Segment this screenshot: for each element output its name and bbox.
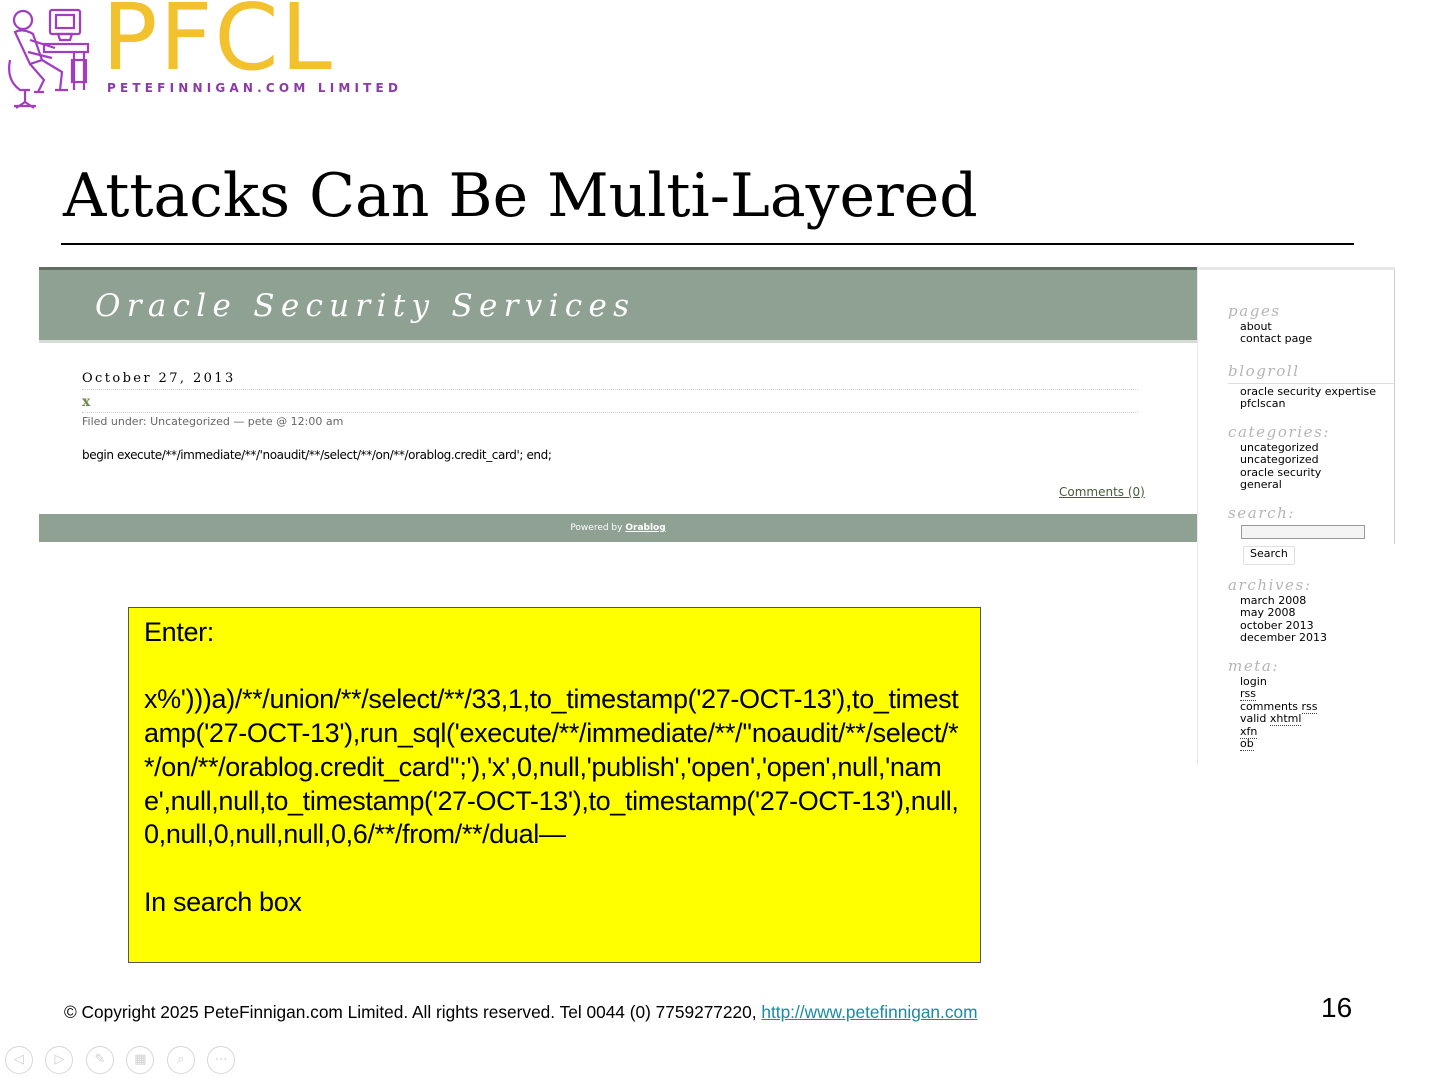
post-title[interactable]: x (82, 394, 90, 410)
zoom-icon: ⌕ (177, 1052, 185, 1067)
copyright-notice: © Copyright 2025 PeteFinnigan.com Limite… (64, 1002, 978, 1023)
blog-sidebar: pages about contact page blogroll oracle… (1197, 267, 1395, 765)
slide-sorter-button[interactable]: ▦ (126, 1046, 155, 1074)
sidebar-divider (1197, 270, 1198, 765)
slide-title: Attacks Can Be Multi-Layered (63, 161, 978, 231)
sidebar-categories-list: uncategorized uncategorized oracle secur… (1240, 441, 1321, 492)
logo-tagline: PETEFINNIGAN.COM LIMITED (107, 81, 403, 95)
ob-link[interactable]: ob (1240, 736, 1254, 751)
logo-wordmark: PFCL (102, 0, 334, 91)
copyright-text: © Copyright 2025 PeteFinnigan.com Limite… (64, 1002, 762, 1022)
post-date: October 27, 2013 (82, 371, 236, 386)
orablog-link[interactable]: Orablog (625, 523, 665, 533)
sidebar-link[interactable]: december 2013 (1240, 631, 1327, 644)
presenter-controls: ◁ ▷ ✎ ▦ ⌕ ⋯ (5, 1046, 243, 1076)
xhtml-link[interactable]: xhtml (1269, 712, 1302, 727)
payload-callout: Enter: x%')))a)/**/union/**/select/**/33… (128, 607, 981, 963)
sidebar-heading-archives: archives: (1228, 576, 1312, 594)
sidebar-meta-list: login rss comments rss valid xhtml xfn o… (1240, 675, 1318, 751)
next-slide-button[interactable]: ▷ (45, 1046, 74, 1074)
post-meta: Filed under: Uncategorized — pete @ 12:0… (82, 415, 344, 428)
callout-spacer (144, 852, 965, 886)
sidebar-heading-meta: meta: (1228, 657, 1280, 675)
comments-link[interactable]: Comments (0) (1059, 485, 1145, 499)
sidebar-archives-list: march 2008 may 2008 october 2013 decembe… (1240, 594, 1327, 645)
sidebar-heading-blogroll: blogroll (1228, 362, 1300, 380)
search-button[interactable]: Search (1243, 546, 1295, 565)
sidebar-heading-pages: pages (1228, 302, 1281, 320)
post-divider (82, 412, 1138, 413)
more-icon: ⋯ (214, 1052, 228, 1067)
sidebar-link[interactable]: contact page (1240, 332, 1312, 345)
prev-icon: ◁ (14, 1052, 24, 1067)
comments-rss-prefix: comments (1240, 699, 1302, 713)
sidebar-link[interactable]: may 2008 (1240, 606, 1327, 619)
title-divider (61, 243, 1354, 245)
more-options-button[interactable]: ⋯ (207, 1046, 236, 1074)
website-link[interactable]: http://www.petefinnigan.com (761, 1002, 977, 1022)
post-body: begin execute/**/immediate/**/'noaudit/*… (82, 448, 552, 462)
callout-outro: In search box (144, 886, 302, 917)
comments-rss-link[interactable]: rss (1301, 699, 1318, 714)
next-icon: ▷ (54, 1052, 65, 1067)
ob-row: ob (1240, 736, 1317, 751)
page-number: 16 (1321, 992, 1353, 1023)
zoom-button[interactable]: ⌕ (166, 1046, 195, 1074)
callout-spacer (144, 650, 965, 684)
valid-prefix: valid (1240, 712, 1270, 726)
valid-xhtml-row: valid xhtml (1240, 712, 1317, 727)
previous-slide-button[interactable]: ◁ (5, 1046, 33, 1074)
computer-user-figure-icon (8, 8, 90, 109)
powered-by-label: Powered by (570, 523, 623, 533)
callout-intro: Enter: (144, 617, 214, 647)
sidebar-heading-search: search: (1228, 504, 1296, 522)
sidebar-link[interactable]: pfclscan (1240, 397, 1376, 410)
pen-icon: ✎ (94, 1052, 106, 1067)
company-logo: PFCL PETEFINNIGAN.COM LIMITED (0, 0, 430, 115)
search-input[interactable] (1241, 525, 1365, 539)
sql-injection-payload: x%')))a)/**/union/**/select/**/33,1,to_t… (144, 684, 959, 850)
sidebar-pages-list: about contact page (1240, 320, 1312, 346)
blog-header: Oracle Security Services (39, 267, 1197, 343)
sidebar-heading-categories: categories: (1228, 423, 1331, 441)
blog-main-column: Oracle Security Services October 27, 201… (39, 267, 1197, 543)
sidebar-divider (1394, 270, 1395, 544)
sidebar-link[interactable]: uncategorized (1240, 453, 1321, 466)
sidebar-link[interactable]: general (1240, 478, 1321, 491)
post-divider (82, 389, 1138, 390)
grid-icon: ▦ (134, 1052, 147, 1067)
sidebar-blogroll-list: oracle security expertise pfclscan (1240, 385, 1376, 411)
pen-tool-button[interactable]: ✎ (85, 1046, 114, 1074)
blogroll-divider (1228, 383, 1395, 384)
blog-title: Oracle Security Services (95, 288, 636, 324)
blog-footer: Powered by Orablog (39, 514, 1197, 542)
